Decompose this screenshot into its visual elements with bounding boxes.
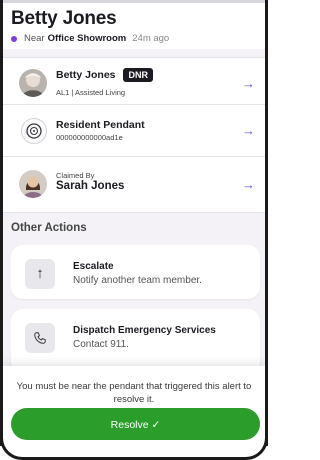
location-name: Office Showroom — [47, 33, 127, 44]
pendant-id: 000000000000ad1e — [56, 133, 123, 142]
claimed-label: Claimed By — [56, 171, 95, 180]
location-prefix: Near — [24, 33, 45, 44]
dispatch-subtitle: Contact 911. — [73, 339, 129, 350]
escalate-title: Escalate — [73, 261, 114, 272]
resident-detail: AL1 | Assisted Living — [56, 88, 126, 97]
page-title: Betty Jones — [11, 8, 117, 29]
other-actions-heading: Other Actions — [11, 222, 87, 234]
resident-avatar — [19, 69, 47, 97]
resident-row[interactable]: Betty Jones DNR AL1 | Assisted Living → — [3, 57, 265, 111]
arrow-up-icon: ↑ — [25, 259, 55, 289]
dnr-badge: DNR — [123, 68, 153, 82]
resident-arrow-icon: → — [242, 76, 255, 91]
phone-frame: Betty Jones Near Office Showroom 24m ago… — [0, 0, 268, 460]
pendant-title: Resident Pendant — [56, 119, 145, 131]
claimed-by-row[interactable]: Claimed By Sarah Jones → — [3, 156, 265, 213]
claimer-name: Sarah Jones — [56, 180, 125, 192]
resolve-requirement-message: You must be near the pendant that trigge… — [16, 381, 252, 405]
claimer-avatar — [19, 170, 47, 198]
resident-name-line: Betty Jones DNR — [56, 68, 153, 82]
escalate-card[interactable]: ↑ Escalate Notify another team member. — [11, 245, 260, 299]
resident-name: Betty Jones — [56, 68, 116, 81]
location-dot-icon — [11, 35, 17, 42]
dispatch-title: Dispatch Emergency Services — [73, 325, 216, 336]
phone-icon — [25, 323, 55, 353]
pendant-arrow-icon: → — [242, 123, 255, 138]
alert-header: Betty Jones Near Office Showroom 24m ago — [3, 3, 265, 49]
pendant-row[interactable]: Resident Pendant 000000000000ad1e → — [3, 104, 265, 158]
escalate-subtitle: Notify another team member. — [73, 275, 202, 286]
pendant-icon — [21, 118, 47, 144]
alert-screen: Betty Jones Near Office Showroom 24m ago… — [3, 0, 265, 454]
time-ago: 24m ago — [132, 33, 170, 44]
claimed-arrow-icon: → — [242, 177, 255, 192]
frame-left-edge — [0, 0, 3, 446]
location-line: Near Office Showroom 24m ago — [11, 33, 169, 44]
frame-bottom-edge — [0, 436, 268, 460]
frame-right-edge — [265, 0, 268, 446]
dispatch-emergency-card[interactable]: Dispatch Emergency Services Contact 911. — [11, 309, 260, 373]
